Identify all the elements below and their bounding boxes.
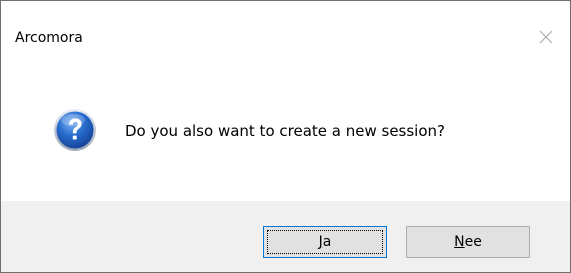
close-icon xyxy=(539,30,553,44)
button-bar: Ja Nee xyxy=(1,201,570,272)
title-bar: Arcomora xyxy=(1,1,570,61)
question-icon xyxy=(54,109,96,151)
no-button-label: Nee xyxy=(454,234,482,250)
message-dialog: Arcomora Do you also want to create a ne… xyxy=(0,0,571,273)
dialog-content: Do you also want to create a new session… xyxy=(1,61,570,201)
yes-button-label: Ja xyxy=(318,234,332,250)
dialog-title: Arcomora xyxy=(15,30,83,46)
yes-button[interactable]: Ja xyxy=(263,226,387,258)
dialog-message: Do you also want to create a new session… xyxy=(125,122,445,140)
close-button[interactable] xyxy=(530,21,562,53)
no-button[interactable]: Nee xyxy=(406,226,530,258)
